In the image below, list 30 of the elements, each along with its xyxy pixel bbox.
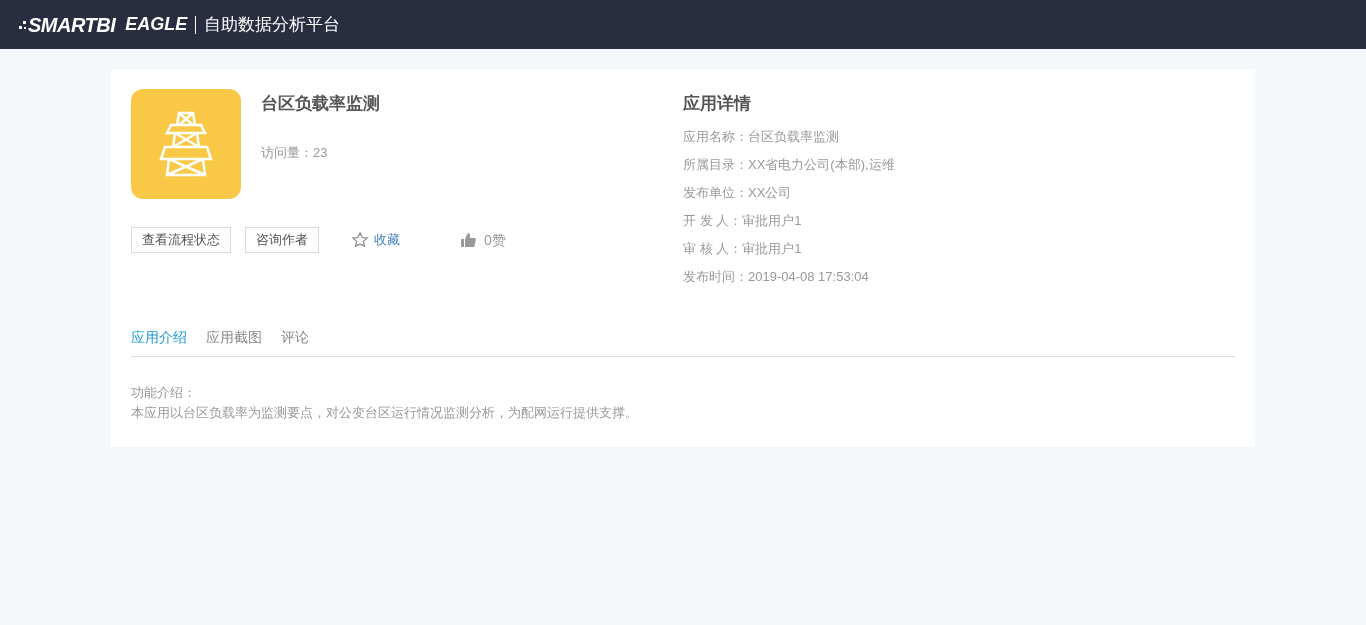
intro-text: 本应用以台区负载率为监测要点，对公变台区运行情况监测分析，为配网运行提供支撑。 xyxy=(131,403,639,422)
detail-value: 台区负载率监测 xyxy=(748,127,839,146)
detail-label: 发布时间： xyxy=(683,267,748,286)
platform-title: 自助数据分析平台 xyxy=(204,13,341,36)
favorite-button[interactable]: 收藏 xyxy=(351,230,400,250)
detail-label: 所属目录： xyxy=(683,155,748,174)
detail-value: XX公司 xyxy=(748,183,792,202)
action-button[interactable]: 咨询作者 xyxy=(245,227,319,253)
detail-label: 审 核 人： xyxy=(683,239,743,258)
thumbs-up-icon xyxy=(460,232,476,248)
detail-value: 审批用户1 xyxy=(742,239,802,258)
logo-text: SMARTBI xyxy=(28,12,116,38)
logo-dots-icon xyxy=(19,18,28,31)
intro-heading: 功能介绍： xyxy=(131,383,197,402)
tab[interactable]: 评论 xyxy=(281,326,309,348)
action-button[interactable]: 查看流程状态 xyxy=(131,227,231,253)
star-icon xyxy=(351,231,369,249)
detail-label: 发布单位： xyxy=(683,183,748,202)
tab[interactable]: 应用截图 xyxy=(206,326,262,348)
like-button[interactable]: 0赞 xyxy=(460,229,506,251)
tab[interactable]: 应用介绍 xyxy=(131,326,187,348)
detail-label: 应用名称： xyxy=(683,127,748,146)
product-name: EAGLE xyxy=(125,13,188,36)
detail-value: 审批用户1 xyxy=(742,211,802,230)
detail-label: 开 发 人： xyxy=(683,211,743,230)
visit-count: 访问量：23 xyxy=(261,143,329,162)
detail-value: XX省电力公司(本部),运维 xyxy=(748,155,895,174)
detail-value: 2019-04-08 17:53:04 xyxy=(748,267,869,286)
details-title: 应用详情 xyxy=(683,93,752,115)
app-name: 台区负载率监测 xyxy=(261,93,380,115)
